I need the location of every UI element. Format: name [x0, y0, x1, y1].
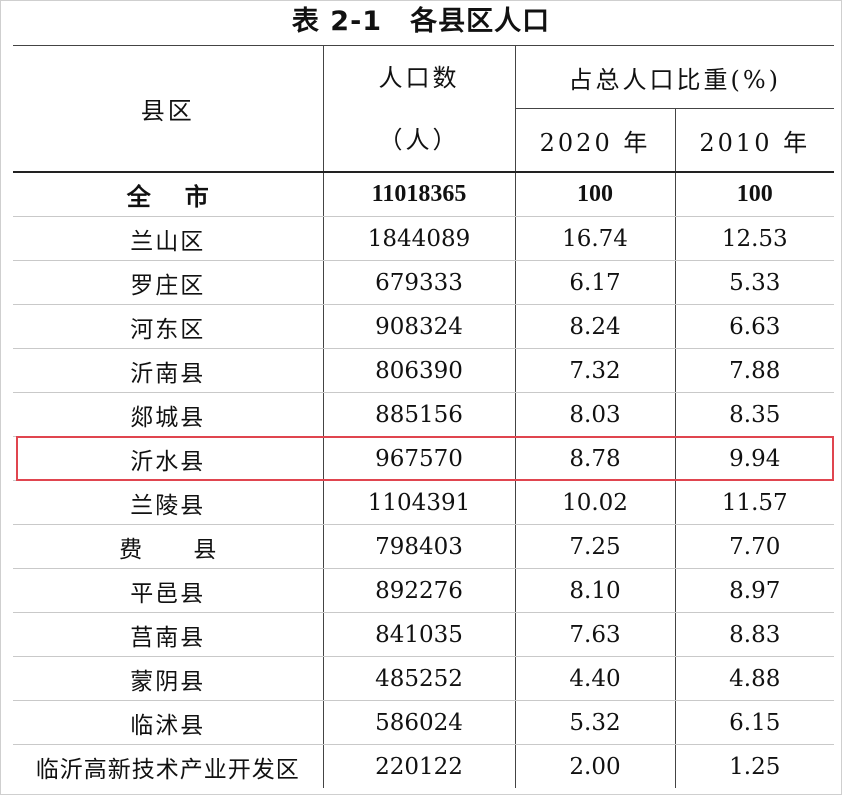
county-name: 临沭县: [13, 700, 323, 745]
table-number: 表 2-1: [291, 6, 383, 37]
population-value: 841035: [322, 612, 515, 657]
share-2020-value: 4.40: [514, 656, 675, 701]
share-2010-value: 4.88: [674, 656, 834, 701]
table-row: 郯城县 885156 8.03 8.35: [13, 392, 834, 437]
population-value: 1844089: [322, 216, 515, 261]
share-2020-value: 8.78: [514, 436, 675, 481]
share-2020-value: 10.02: [514, 480, 675, 525]
share-2010-value: 7.88: [674, 348, 834, 393]
county-name: 兰山区: [13, 216, 323, 261]
share-2020-value: 2.00: [514, 744, 675, 788]
table-row: 沂南县 806390 7.32 7.88: [13, 348, 834, 393]
county-name: 临沂高新技术产业开发区: [35, 756, 300, 783]
population-column-header: 人口数 （人）: [322, 45, 515, 173]
population-value: 798403: [322, 524, 515, 569]
share-2020-value: 6.17: [514, 260, 675, 305]
share-2020-value: 8.10: [514, 568, 675, 613]
table-row: 罗庄区 679333 6.17 5.33: [13, 260, 834, 305]
population-value: 806390: [322, 348, 515, 393]
share-2010-value: 5.33: [674, 260, 834, 305]
county-name: 沂水县: [13, 436, 323, 481]
table-title: 表 2-1 各县区人口: [0, 0, 842, 44]
share-2020-value: 7.25: [514, 524, 675, 569]
population-table: 县区 人口数 （人） 占总人口比重(%) 2020 年 2010 年 全 市 1…: [13, 45, 834, 788]
county-name: 罗庄区: [13, 260, 323, 305]
share-2020-value: 16.74: [514, 216, 675, 261]
share-2020-value: 8.24: [514, 304, 675, 349]
county-name: 平邑县: [13, 568, 323, 613]
share-2020-value: 5.32: [514, 700, 675, 745]
share-2010-value: 1.25: [674, 744, 834, 788]
population-value: 679333: [322, 260, 515, 305]
table-row: 河东区 908324 8.24 6.63: [13, 304, 834, 349]
share-column-header: 占总人口比重(%): [514, 45, 834, 109]
share-2010-value: 8.35: [674, 392, 834, 437]
share-2020-value: 7.63: [514, 612, 675, 657]
table-row: 临沭县 586024 5.32 6.15: [13, 700, 834, 745]
table-row: 平邑县 892276 8.10 8.97: [13, 568, 834, 613]
table-row-highlighted: 沂水县 967570 8.78 9.94: [13, 436, 834, 481]
share-2020-value: 8.03: [514, 392, 675, 437]
population-value: 885156: [322, 392, 515, 437]
population-value: 586024: [322, 700, 515, 745]
population-value: 892276: [322, 568, 515, 613]
year-2020-header: 2020 年: [514, 108, 675, 173]
year-2010-header: 2010 年: [674, 108, 834, 173]
table-row: 兰山区 1844089 16.74 12.53: [13, 216, 834, 261]
share-2010-value: 7.70: [674, 524, 834, 569]
county-name: 河东区: [13, 304, 323, 349]
share-2010-value: 100: [674, 172, 834, 217]
table-row: 蒙阴县 485252 4.40 4.88: [13, 656, 834, 701]
population-value: 220122: [322, 744, 515, 788]
population-value: 908324: [322, 304, 515, 349]
population-label: 人口数: [378, 63, 460, 92]
table-row: 临沂高新技术产业开发区 220122 2.00 1.25: [13, 744, 834, 788]
table-row: 费 县 798403 7.25 7.70: [13, 524, 834, 569]
population-unit: （人）: [378, 125, 460, 154]
share-2010-value: 12.53: [674, 216, 834, 261]
share-2010-value: 6.63: [674, 304, 834, 349]
share-2020-value: 100: [514, 172, 675, 217]
population-value: 1104391: [322, 480, 515, 525]
county-name: 全 市: [13, 172, 323, 217]
county-name: 莒南县: [13, 612, 323, 657]
table-row-total: 全 市 11018365 100 100: [13, 172, 834, 217]
county-name: 郯城县: [13, 392, 323, 437]
share-2010-value: 11.57: [674, 480, 834, 525]
share-2010-value: 8.83: [674, 612, 834, 657]
population-value: 967570: [322, 436, 515, 481]
county-name: 兰陵县: [13, 480, 323, 525]
county-column-header: 县区: [13, 45, 323, 173]
table-row: 莒南县 841035 7.63 8.83: [13, 612, 834, 657]
share-2020-value: 7.32: [514, 348, 675, 393]
share-2010-value: 6.15: [674, 700, 834, 745]
population-value: 11018365: [322, 172, 515, 217]
county-name: 蒙阴县: [13, 656, 323, 701]
share-2010-value: 9.94: [674, 436, 834, 481]
county-name: 沂南县: [13, 348, 323, 393]
table-title-text: 各县区人口: [410, 6, 551, 37]
table-row: 兰陵县 1104391 10.02 11.57: [13, 480, 834, 525]
population-value: 485252: [322, 656, 515, 701]
county-name: 费 县: [13, 524, 323, 569]
share-2010-value: 8.97: [674, 568, 834, 613]
